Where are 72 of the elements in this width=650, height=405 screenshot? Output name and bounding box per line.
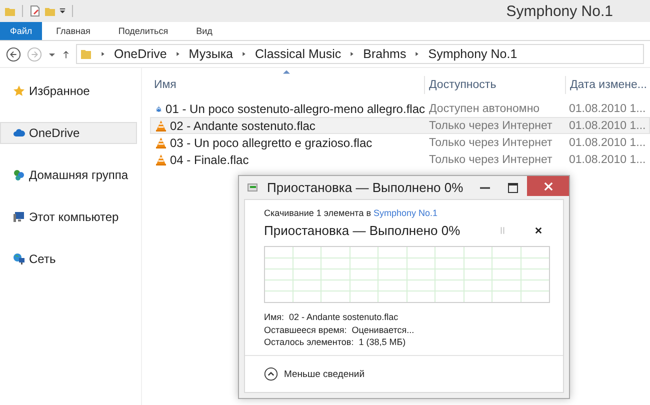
detail-value: 1 (38,5 МБ): [358, 336, 406, 348]
breadcrumb-item[interactable]: Музыка: [188, 47, 234, 61]
date-cell-text: 01.08.2010 1...: [568, 154, 647, 166]
breadcrumb-item[interactable]: Classical Music: [255, 47, 342, 61]
chevron-icon[interactable]: [101, 51, 105, 57]
availability-cell-text: Только через Интернет: [428, 120, 554, 132]
sidebar-item[interactable]: Домашняя группа: [0, 164, 137, 186]
file-row[interactable]: 04 - Finale.flac Только через Интернет 01.08.2010 1...: [150, 151, 650, 168]
file-name: 03 - Un poco allegretto e grazioso.flac: [170, 136, 372, 150]
star-icon: [13, 85, 25, 97]
document-icon[interactable]: [29, 5, 41, 17]
sort-caret-icon: [283, 70, 290, 74]
dialog-title: Приостановка — Выполнено 0%: [267, 180, 464, 195]
sidebar-item[interactable]: Этот компьютер: [0, 206, 137, 228]
up-arrow-icon[interactable]: [62, 50, 70, 58]
address-bar[interactable]: OneDrive Музыка Classical Music Brahms Symphony No.1: [76, 44, 644, 64]
detail-label: Оставшееся время:: [264, 324, 347, 336]
availability-cell-text: Только через Интернет: [428, 136, 554, 148]
date-cell-text: 01.08.2010 1...: [568, 102, 647, 114]
chevron-icon[interactable]: [176, 51, 180, 57]
close-icon[interactable]: [535, 227, 542, 234]
chevron-icon[interactable]: [350, 51, 354, 57]
folder-link[interactable]: Symphony No.1: [373, 208, 438, 218]
ribbon-tab[interactable]: Вид: [182, 22, 226, 40]
traffic-cone-icon: [155, 136, 167, 148]
file-row[interactable]: 02 - Andante sostenuto.flac Только через Интернет 01.08.2010 1...: [150, 117, 650, 134]
sidebar-item[interactable]: Избранное: [0, 80, 137, 102]
detail-value: 02 - Andante sostenuto.flac: [289, 311, 398, 324]
sidebar-item[interactable]: OneDrive: [0, 122, 137, 144]
file-name: 02 - Andante sostenuto.flac: [170, 118, 316, 132]
ribbon-tab[interactable]: Главная: [42, 22, 104, 40]
network-icon: [13, 253, 25, 265]
column-header[interactable]: Доступность: [425, 76, 566, 94]
transfer-icon: [247, 182, 259, 194]
file-name: 04 - Finale.flac: [170, 152, 249, 166]
file-name: 01 - Un poco sostenuto-allegro-meno allegro.flac: [166, 102, 425, 116]
collapse-icon: [264, 367, 278, 381]
close-icon: [544, 182, 552, 190]
homegroup-icon: [13, 169, 25, 181]
cloud-icon: [13, 127, 25, 139]
detail-label: Имя:: [264, 311, 284, 324]
traffic-cone-icon: [155, 154, 167, 166]
ribbon-tab[interactable]: Поделиться: [104, 22, 182, 40]
ribbon-tab[interactable]: Файл: [0, 22, 42, 40]
sync-icon: [155, 102, 163, 114]
maximize-icon: [508, 182, 518, 192]
window-title: Symphony No.1: [506, 2, 613, 20]
traffic-cone-icon: [155, 120, 167, 132]
back-icon[interactable]: [6, 46, 21, 62]
dropdown-icon[interactable]: [59, 8, 66, 14]
file-row[interactable]: 03 - Un poco allegretto e grazioso.flac Только через Интернет 01.08.2010 1...: [150, 134, 650, 151]
detail-label: Осталось элементов:: [264, 336, 354, 348]
less-details-button[interactable]: Меньше сведений: [264, 367, 364, 381]
column-header[interactable]: Дата измене...: [566, 76, 650, 94]
file-row[interactable]: 01 - Un poco sostenuto-allegro-meno allegro.flac Доступен автономно 01.08.2010 1...: [150, 100, 650, 117]
computer-icon: [13, 211, 25, 223]
download-caption: Скачивание 1 элемента в Symphony No.1: [264, 208, 439, 218]
sidebar-item[interactable]: Сеть: [0, 248, 137, 270]
chevron-icon[interactable]: [242, 51, 246, 57]
breadcrumb-item[interactable]: OneDrive: [114, 47, 167, 61]
breadcrumb-item[interactable]: Brahms: [363, 47, 406, 61]
detail-value: Оценивается...: [352, 324, 414, 336]
column-header[interactable]: Имя: [150, 76, 425, 94]
status-text: Приостановка — Выполнено 0%: [264, 223, 462, 238]
date-cell-text: 01.08.2010 1...: [568, 120, 647, 132]
availability-cell-text: Только через Интернет: [428, 154, 554, 166]
chevron-icon[interactable]: [415, 51, 420, 57]
close-button[interactable]: [527, 176, 569, 196]
breadcrumb-item[interactable]: Symphony No.1: [428, 47, 518, 61]
availability-cell-text: Доступен автономно: [428, 102, 541, 114]
date-cell-text: 01.08.2010 1...: [568, 136, 647, 148]
folder-icon: [80, 48, 92, 60]
